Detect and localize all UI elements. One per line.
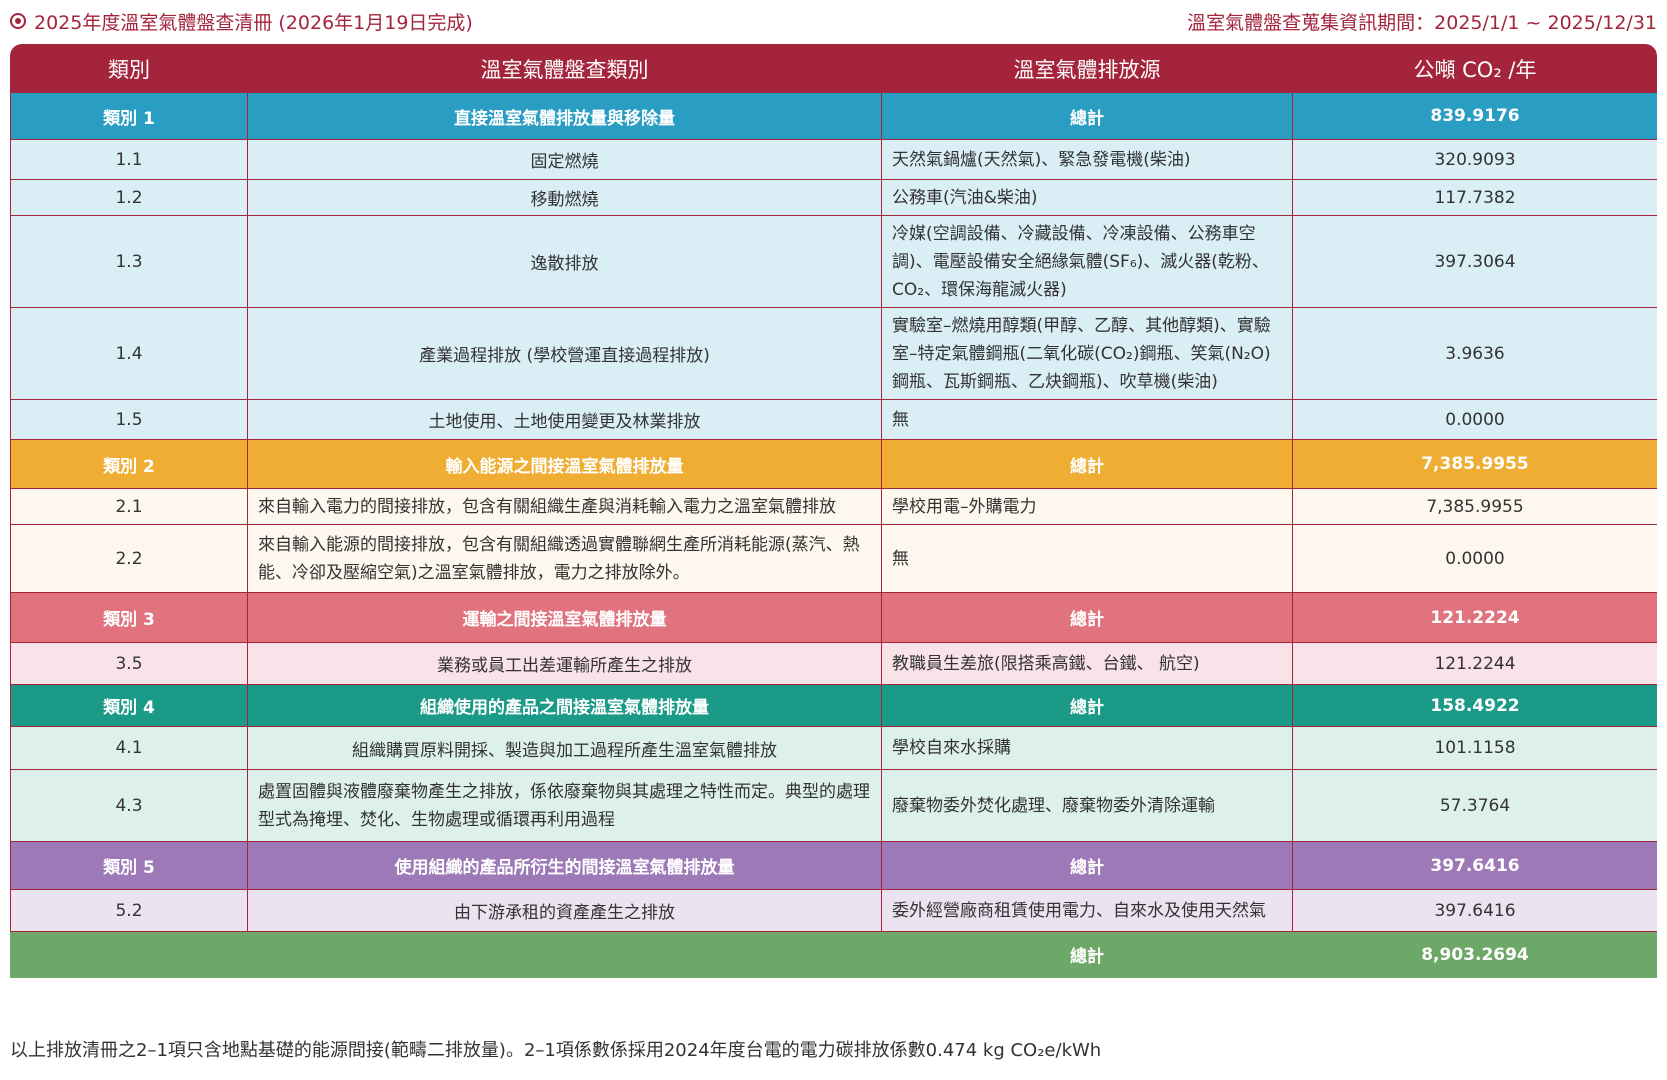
period-text: 溫室氣體盤查蒐集資訊期間：2025/1/1 ~ 2025/12/31: [1187, 11, 1657, 34]
table-row: 1.1 固定燃燒 天然氣鍋爐(天然氣)、緊急發電機(柴油) 320.9093: [10, 139, 1657, 180]
table-row: 2.1 來自輸入電力的間接排放，包含有關組織生產與消耗輸入電力之溫室氣體排放 學…: [10, 488, 1657, 525]
row-value: 117.7382: [1292, 179, 1657, 216]
category-total-label: 總計: [881, 439, 1293, 489]
category-total-label: 總計: [881, 92, 1293, 140]
row-source: 學校自來水採購: [881, 726, 1293, 770]
header-row: 類別 溫室氣體盤查類別 溫室氣體排放源 公噸 CO₂ /年: [10, 44, 1657, 93]
category-total-label: 總計: [881, 841, 1293, 890]
row-id: 2.2: [10, 524, 248, 593]
table-row: 1.5 土地使用、土地使用變更及林業排放 無 0.0000: [10, 399, 1657, 440]
row-desc: 組織購買原料開採、製造與加工過程所產生溫室氣體排放: [247, 726, 882, 770]
row-desc: 固定燃燒: [247, 139, 882, 180]
table-row: 1.2 移動燃燒 公務車(汽油&柴油) 117.7382: [10, 179, 1657, 216]
grand-total-row: 總計 8,903.2694: [10, 931, 1657, 978]
category-row-5: 類別 5 使用組織的產品所衍生的間接溫室氣體排放量 總計 397.6416: [10, 841, 1657, 890]
category-total-value: 121.2224: [1292, 592, 1657, 643]
category-label: 類別 2: [10, 439, 248, 489]
grand-total-value: 8,903.2694: [1292, 931, 1657, 978]
row-source: 天然氣鍋爐(天然氣)、緊急發電機(柴油): [881, 139, 1293, 180]
bullet-circle-icon: [10, 13, 26, 29]
row-value: 3.9636: [1292, 307, 1657, 400]
row-desc: 來自輸入電力的間接排放，包含有關組織生產與消耗輸入電力之溫室氣體排放: [247, 488, 882, 525]
title-group: 2025年度溫室氣體盤查清冊 (2026年1月19日完成): [10, 8, 473, 35]
row-id: 5.2: [10, 889, 248, 932]
category-name: 運輸之間接溫室氣體排放量: [247, 592, 882, 643]
row-id: 1.3: [10, 215, 248, 308]
row-desc: 來自輸入能源的間接排放，包含有關組織透過實體聯網生產所消耗能源(蒸汽、熱能、冷卻…: [247, 524, 882, 593]
row-value: 397.6416: [1292, 889, 1657, 932]
row-source: 無: [881, 399, 1293, 440]
row-source: 冷媒(空調設備、冷藏設備、冷凍設備、公務車空調)、電壓設備安全絕緣氣體(SF₆)…: [881, 215, 1293, 308]
page-header: 2025年度溫室氣體盤查清冊 (2026年1月19日完成) 溫室氣體盤查蒐集資訊…: [10, 4, 1657, 38]
row-desc: 產業過程排放 (學校營運直接過程排放): [247, 307, 882, 400]
table-row: 3.5 業務或員工出差運輸所產生之排放 教職員生差旅(限搭乘高鐵、台鐵、 航空)…: [10, 642, 1657, 685]
category-total-value: 397.6416: [1292, 841, 1657, 890]
table-row: 4.1 組織購買原料開採、製造與加工過程所產生溫室氣體排放 學校自來水採購 10…: [10, 726, 1657, 770]
row-desc: 由下游承租的資產產生之排放: [247, 889, 882, 932]
row-desc: 處置固體與液體廢棄物產生之排放，係依廢棄物與其處理之特性而定。典型的處理型式為掩…: [247, 769, 882, 842]
category-name: 組織使用的產品之間接溫室氣體排放量: [247, 684, 882, 727]
row-id: 1.4: [10, 307, 248, 400]
row-value: 320.9093: [1292, 139, 1657, 180]
page-title: 2025年度溫室氣體盤查清冊 (2026年1月19日完成): [34, 11, 473, 34]
category-row-2: 類別 2 輸入能源之間接溫室氣體排放量 總計 7,385.9955: [10, 439, 1657, 489]
row-id: 2.1: [10, 488, 248, 525]
row-desc: 業務或員工出差運輸所產生之排放: [247, 642, 882, 685]
category-total-label: 總計: [881, 592, 1293, 643]
row-source: 委外經營廠商租賃使用電力、自來水及使用天然氣: [881, 889, 1293, 932]
col-header-category: 類別: [10, 44, 248, 93]
footnote: 以上排放清冊之2–1項只含地點基礎的能源間接(範疇二排放量)。2–1項係數係採用…: [10, 1040, 1102, 1061]
category-total-value: 839.9176: [1292, 92, 1657, 140]
row-source: 實驗室–燃燒用醇類(甲醇、乙醇、其他醇類)、實驗室–特定氣體鋼瓶(二氧化碳(CO…: [881, 307, 1293, 400]
row-value: 397.3064: [1292, 215, 1657, 308]
table-row: 4.3 處置固體與液體廢棄物產生之排放，係依廢棄物與其處理之特性而定。典型的處理…: [10, 769, 1657, 842]
row-source: 無: [881, 524, 1293, 593]
row-source: 公務車(汽油&柴油): [881, 179, 1293, 216]
table-row: 5.2 由下游承租的資產產生之排放 委外經營廠商租賃使用電力、自來水及使用天然氣…: [10, 889, 1657, 932]
row-id: 1.5: [10, 399, 248, 440]
category-label: 類別 4: [10, 684, 248, 727]
row-source: 教職員生差旅(限搭乘高鐵、台鐵、 航空): [881, 642, 1293, 685]
row-id: 4.3: [10, 769, 248, 842]
row-id: 4.1: [10, 726, 248, 770]
row-id: 1.2: [10, 179, 248, 216]
row-id: 1.1: [10, 139, 248, 180]
col-header-inventory-category: 溫室氣體盤查類別: [247, 44, 882, 93]
category-label: 類別 5: [10, 841, 248, 890]
category-row-3: 類別 3 運輸之間接溫室氣體排放量 總計 121.2224: [10, 592, 1657, 643]
row-source: 廢棄物委外焚化處理、廢棄物委外清除運輸: [881, 769, 1293, 842]
row-value: 121.2244: [1292, 642, 1657, 685]
row-value: 101.1158: [1292, 726, 1657, 770]
row-value: 0.0000: [1292, 524, 1657, 593]
category-total-value: 158.4922: [1292, 684, 1657, 727]
category-total-label: 總計: [881, 684, 1293, 727]
category-name: 輸入能源之間接溫室氣體排放量: [247, 439, 882, 489]
col-header-emission-source: 溫室氣體排放源: [881, 44, 1293, 93]
inventory-table: 類別 溫室氣體盤查類別 溫室氣體排放源 公噸 CO₂ /年 類別 1 直接溫室氣…: [10, 44, 1657, 978]
row-desc: 逸散排放: [247, 215, 882, 308]
row-value: 0.0000: [1292, 399, 1657, 440]
row-value: 57.3764: [1292, 769, 1657, 842]
row-desc: 移動燃燒: [247, 179, 882, 216]
inventory-table-container: 類別 溫室氣體盤查類別 溫室氣體排放源 公噸 CO₂ /年 類別 1 直接溫室氣…: [10, 44, 1657, 1026]
table-row: 2.2 來自輸入能源的間接排放，包含有關組織透過實體聯網生產所消耗能源(蒸汽、熱…: [10, 524, 1657, 593]
row-source: 學校用電–外購電力: [881, 488, 1293, 525]
category-row-1: 類別 1 直接溫室氣體排放量與移除量 總計 839.9176: [10, 92, 1657, 140]
row-value: 7,385.9955: [1292, 488, 1657, 525]
category-label: 類別 3: [10, 592, 248, 643]
table-row: 1.4 產業過程排放 (學校營運直接過程排放) 實驗室–燃燒用醇類(甲醇、乙醇、…: [10, 307, 1657, 400]
category-name: 使用組織的產品所衍生的間接溫室氣體排放量: [247, 841, 882, 890]
category-name: 直接溫室氣體排放量與移除量: [247, 92, 882, 140]
category-label: 類別 1: [10, 92, 248, 140]
category-total-value: 7,385.9955: [1292, 439, 1657, 489]
category-row-4: 類別 4 組織使用的產品之間接溫室氣體排放量 總計 158.4922: [10, 684, 1657, 727]
grand-total-label: 總計: [881, 931, 1293, 978]
table-row: 1.3 逸散排放 冷媒(空調設備、冷藏設備、冷凍設備、公務車空調)、電壓設備安全…: [10, 215, 1657, 308]
row-id: 3.5: [10, 642, 248, 685]
col-header-tonnes: 公噸 CO₂ /年: [1292, 44, 1657, 93]
row-desc: 土地使用、土地使用變更及林業排放: [247, 399, 882, 440]
